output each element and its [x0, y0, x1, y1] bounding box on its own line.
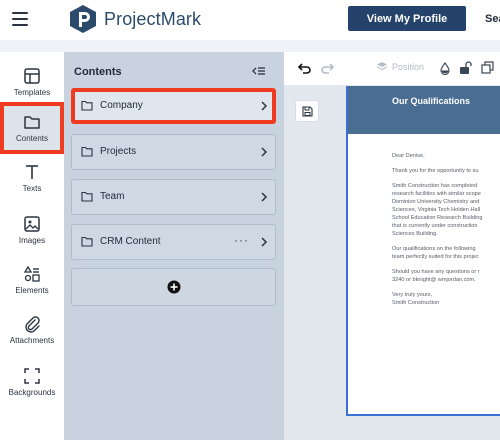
- text-icon: [26, 165, 38, 179]
- doc-header: Our Qualifications: [348, 86, 500, 134]
- doc-paragraph-2: Our qualifications on the following team…: [392, 245, 500, 261]
- folder-label: Projects: [100, 146, 137, 157]
- projectmark-logo-icon: [70, 5, 96, 33]
- left-rail: Templates Contents Texts Images Elements…: [0, 52, 64, 440]
- duplicate-icon[interactable]: [481, 61, 494, 74]
- menu-icon[interactable]: [12, 12, 28, 26]
- doc-body: Dear Denise, Thank you for the opportuni…: [348, 134, 500, 307]
- doc-closing: Very truly yours, Smith Construction: [392, 291, 500, 307]
- folder-label: CRM Content: [100, 236, 161, 247]
- rail-item-backgrounds[interactable]: Backgrounds: [0, 358, 64, 406]
- search-link[interactable]: Sea: [485, 13, 500, 25]
- position-label: Position: [392, 61, 425, 72]
- plus-circle-icon: [167, 280, 181, 294]
- rail-label: Backgrounds: [8, 388, 56, 397]
- brand-logo[interactable]: ProjectMark: [68, 4, 201, 34]
- folder-team[interactable]: Team: [71, 179, 276, 215]
- position-control[interactable]: Position: [376, 61, 424, 72]
- rail-item-elements[interactable]: Elements: [0, 256, 64, 304]
- rail-label: Attachments: [9, 336, 55, 345]
- panel-title: Contents: [74, 66, 122, 78]
- image-icon: [24, 216, 40, 232]
- doc-paragraph-3: Should you have any questions or r 3240 …: [392, 268, 500, 284]
- save-button[interactable]: [295, 100, 319, 122]
- undo-icon[interactable]: [298, 62, 312, 74]
- redo-icon[interactable]: [320, 62, 334, 74]
- chevron-right-icon: [261, 192, 268, 202]
- doc-line: Sciences Building.: [392, 231, 438, 237]
- doc-intro: Thank you for the opportunity to su: [392, 168, 479, 174]
- rail-item-attachments[interactable]: Attachments: [0, 306, 64, 354]
- folder-projects[interactable]: Projects: [71, 134, 276, 170]
- doc-line: Our qualifications on the following: [392, 246, 476, 252]
- collapse-panel-icon[interactable]: [252, 64, 266, 78]
- view-profile-button[interactable]: View My Profile: [348, 6, 466, 31]
- doc-line: Sciences, Virginia Tech Holden Hall: [392, 207, 481, 213]
- rail-label: Texts: [22, 184, 42, 193]
- folder-icon: [24, 116, 40, 129]
- doc-paragraph-1: Smith Construction has completed researc…: [392, 182, 500, 238]
- chevron-right-icon: [261, 101, 268, 111]
- elements-icon: [23, 265, 40, 282]
- doc-line: Very truly yours,: [392, 292, 433, 298]
- chevron-right-icon: [261, 147, 268, 157]
- rail-label: Images: [18, 236, 46, 245]
- folder-label: Team: [100, 191, 125, 202]
- contents-panel: Contents Company Projects Team CRM Conte…: [64, 52, 284, 440]
- rail-item-texts[interactable]: Texts: [0, 154, 64, 202]
- doc-greeting: Dear Denise,: [392, 153, 425, 159]
- doc-line: School Education Research Building: [392, 215, 483, 221]
- doc-line: that is currently under construction: [392, 223, 478, 229]
- editor-toolbar: Position: [284, 52, 500, 86]
- document-page[interactable]: Our Qualifications Dear Denise, Thank yo…: [346, 86, 500, 416]
- save-icon: [302, 106, 313, 117]
- topbar-divider: [0, 40, 500, 52]
- doc-line: 3240 or bknight@ wmjordan.com.: [392, 277, 476, 283]
- doc-line: team perfectly suited for this projec: [392, 254, 479, 260]
- paperclip-icon: [25, 316, 40, 333]
- rail-label: Contents: [15, 134, 49, 143]
- rail-item-contents[interactable]: Contents: [0, 102, 64, 154]
- rail-label: Templates: [13, 88, 51, 97]
- doc-line: Smith Construction has completed: [392, 183, 478, 189]
- editor-area: Position Our Qualifications Dear Denise,…: [284, 52, 500, 440]
- folder-icon: [81, 236, 93, 247]
- rail-item-images[interactable]: Images: [0, 206, 64, 254]
- folder-company[interactable]: Company: [71, 88, 276, 124]
- chevron-right-icon: [261, 237, 268, 247]
- doc-line: Dominion University Chemistry and: [392, 199, 480, 205]
- folder-icon: [81, 191, 93, 202]
- rail-item-templates[interactable]: Templates: [0, 58, 64, 106]
- folder-crm-content[interactable]: CRM Content ···: [71, 224, 276, 260]
- folder-icon: [81, 100, 93, 111]
- more-options-icon[interactable]: ···: [234, 233, 249, 247]
- add-folder-button[interactable]: [71, 268, 276, 306]
- brand-name: ProjectMark: [104, 8, 202, 29]
- top-bar: ProjectMark View My Profile Sea: [0, 0, 500, 40]
- doc-line: Smith Construction: [392, 300, 440, 306]
- doc-line: research facilities with similar scope: [392, 191, 481, 197]
- opacity-drop-icon[interactable]: [439, 62, 451, 75]
- unlock-icon[interactable]: [459, 61, 472, 75]
- layers-icon: [376, 62, 388, 71]
- background-icon: [24, 368, 40, 384]
- templates-icon: [24, 68, 40, 84]
- rail-label: Elements: [15, 286, 49, 295]
- doc-line: Should you have any questions or r: [392, 269, 480, 275]
- folder-label: Company: [100, 100, 143, 111]
- folder-icon: [81, 146, 93, 157]
